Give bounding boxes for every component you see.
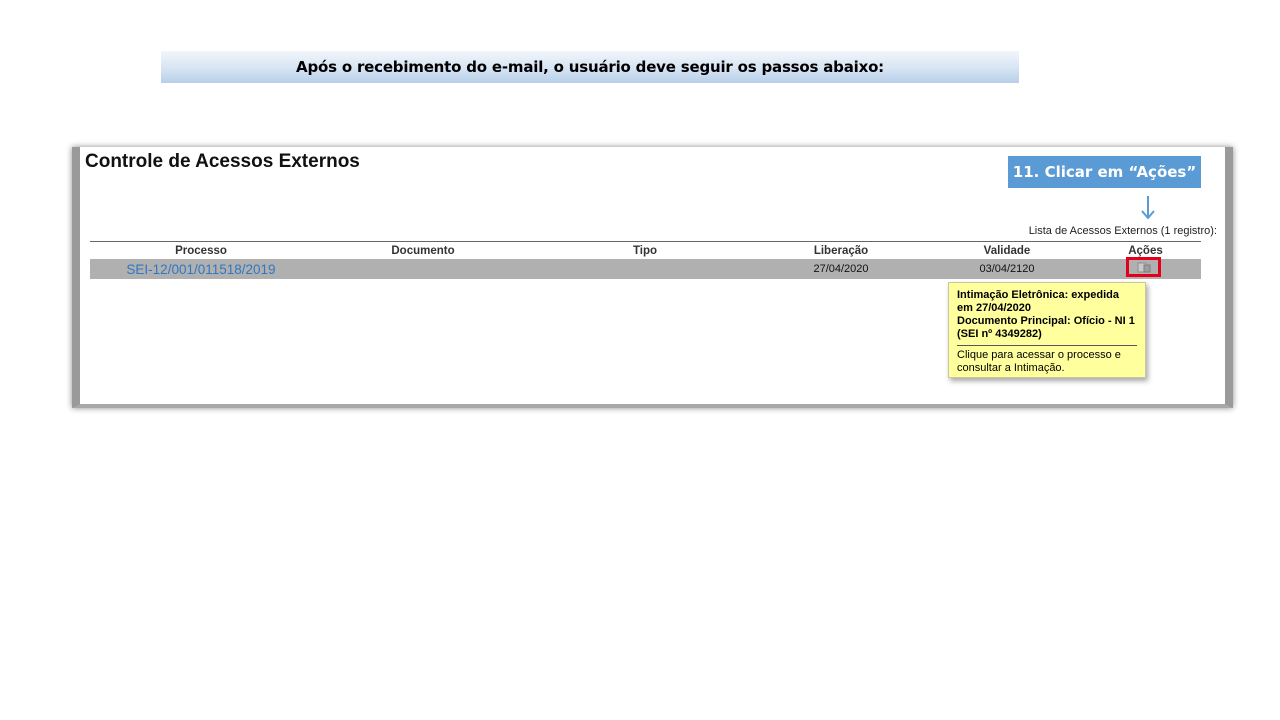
cell-tipo	[534, 259, 756, 279]
column-header-validade: Validade	[983, 244, 1031, 257]
tooltip-intimation-line: Intimação Eletrônica: expedida em 27/04/…	[957, 289, 1119, 314]
tooltip-instruction: Clique para acessar o processo e consult…	[957, 349, 1121, 374]
actions-highlight[interactable]	[1126, 257, 1161, 277]
page-title: Controle de Acessos Externos	[85, 151, 360, 172]
step-callout: 11. Clicar em “Ações”	[1008, 156, 1201, 188]
column-header-processo: Processo	[175, 244, 227, 257]
intimation-tooltip: Intimação Eletrônica: expedida em 27/04/…	[948, 282, 1146, 378]
instruction-banner: Após o recebimento do e-mail, o usuário …	[161, 51, 1019, 83]
column-header-liberacao: Liberação	[813, 244, 869, 257]
tooltip-document-line: Documento Principal: Ofício - NI 1 (SEI …	[957, 315, 1135, 340]
tooltip-divider	[957, 345, 1137, 346]
process-link[interactable]: SEI-12/001/011518/2019	[126, 262, 275, 277]
list-caption: Lista de Acessos Externos (1 registro):	[1028, 225, 1217, 237]
table-header: Processo Documento Tipo Liberação Valida…	[90, 241, 1201, 259]
table-row: SEI-12/001/011518/2019 27/04/2020 03/04/…	[90, 257, 1201, 279]
banner-text: Após o recebimento do e-mail, o usuário …	[296, 58, 884, 76]
cell-liberacao: 27/04/2020	[813, 263, 869, 275]
column-header-tipo: Tipo	[632, 244, 658, 257]
open-process-icon[interactable]	[1137, 262, 1151, 273]
screenshot-frame: Controle de Acessos Externos 11. Clicar …	[72, 147, 1233, 408]
column-header-documento: Documento	[391, 244, 455, 257]
cell-validade: 03/04/2120	[979, 263, 1035, 275]
arrow-down-icon	[1141, 196, 1155, 220]
cell-documento	[312, 259, 534, 279]
